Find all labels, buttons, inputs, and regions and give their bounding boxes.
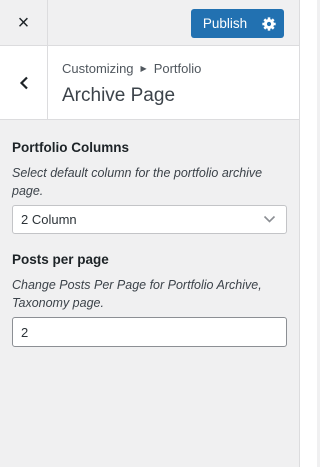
close-customizer-button[interactable]: × <box>0 0 48 46</box>
breadcrumb-separator-icon: ▶ <box>140 64 147 73</box>
close-icon: × <box>17 11 30 34</box>
posts-per-page-input[interactable]: 2 <box>12 317 287 347</box>
chevron-left-icon <box>19 76 28 89</box>
portfolio-columns-select[interactable]: 2 Column <box>12 205 287 234</box>
portfolio-columns-label: Portfolio Columns <box>12 140 129 155</box>
portfolio-columns-control: Portfolio Columns Select default column … <box>12 140 287 200</box>
scrollbar[interactable] <box>299 0 317 467</box>
posts-per-page-value: 2 <box>21 324 29 340</box>
gear-icon <box>261 16 276 31</box>
back-button[interactable] <box>0 46 48 119</box>
section-title: Archive Page <box>62 85 176 106</box>
portfolio-columns-selected: 2 Column <box>21 212 77 227</box>
posts-per-page-description: Change Posts Per Page for Portfolio Arch… <box>12 278 262 310</box>
chevron-down-icon <box>263 215 276 223</box>
publish-button[interactable]: Publish <box>191 9 253 38</box>
publish-group: Publish <box>191 9 284 38</box>
breadcrumb-parent: Customizing <box>62 61 134 76</box>
breadcrumb-current: Portfolio <box>153 61 202 76</box>
posts-per-page-control: Posts per page Change Posts Per Page for… <box>12 252 287 312</box>
publish-settings-button[interactable] <box>253 9 284 38</box>
customizer-topbar: × Publish <box>0 0 299 46</box>
posts-per-page-label: Posts per page <box>12 252 109 267</box>
breadcrumb: Customizing ▶ Portfolio <box>62 61 201 76</box>
section-header: Customizing ▶ Portfolio Archive Page <box>0 46 299 120</box>
portfolio-columns-description: Select default column for the portfolio … <box>12 166 263 198</box>
